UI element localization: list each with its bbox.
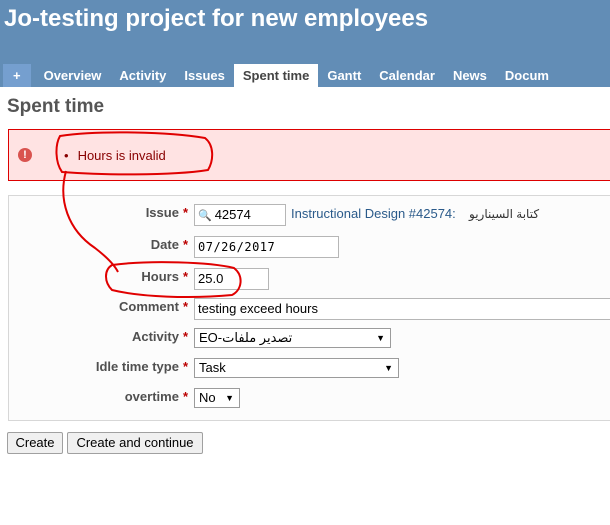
idle-time-type-label: Idle time type * [95,359,188,374]
date-label: Date * [150,237,188,252]
idle-time-type-select[interactable]: Task ▼ [194,358,399,378]
date-field[interactable]: 07/26/2017 [194,236,339,258]
create-button[interactable]: Create [7,432,63,454]
create-and-continue-button[interactable]: Create and continue [67,432,203,454]
overtime-select[interactable]: No ▼ [194,388,240,408]
tab-documents[interactable]: Docum [496,64,558,87]
error-icon: ! [18,148,32,162]
chevron-down-icon: ▼ [376,333,385,343]
project-header: Jo-testing project for new employees + O… [0,0,610,87]
tab-news[interactable]: News [444,64,496,87]
issue-subject: كتابة السيناريو [469,207,540,221]
tab-calendar[interactable]: Calendar [370,64,444,87]
hours-field[interactable]: 25.0 [194,268,269,290]
activity-select[interactable]: EO-تصدير ملفات ▼ [194,328,391,348]
project-title: Jo-testing project for new employees [4,5,429,32]
hours-label: Hours * [141,269,188,284]
issue-field[interactable]: 🔍 42574 [194,204,286,226]
issue-link[interactable]: Instructional Design #42574: [291,206,456,221]
comment-field[interactable]: testing exceed hours [194,298,610,320]
activity-label: Activity * [131,329,188,344]
tab-activity[interactable]: Activity [110,64,175,87]
chevron-down-icon: ▼ [384,363,393,373]
issue-label: Issue * [145,205,188,220]
comment-label: Comment * [118,299,188,314]
search-icon: 🔍 [198,210,212,222]
overtime-label: overtime * [124,389,188,404]
tab-spent-time[interactable]: Spent time [233,64,319,87]
error-explanation: ! Hours is invalid [8,129,610,181]
chevron-down-icon: ▼ [225,393,234,403]
page-title: Spent time [7,96,105,117]
tab-overview[interactable]: Overview [35,64,111,87]
main-menu: + Overview Activity Issues Spent time Ga… [3,64,558,87]
error-message: Hours is invalid [64,148,166,163]
tab-issues[interactable]: Issues [175,64,233,87]
new-object-tab[interactable]: + [3,64,31,87]
tab-gantt[interactable]: Gantt [318,64,370,87]
